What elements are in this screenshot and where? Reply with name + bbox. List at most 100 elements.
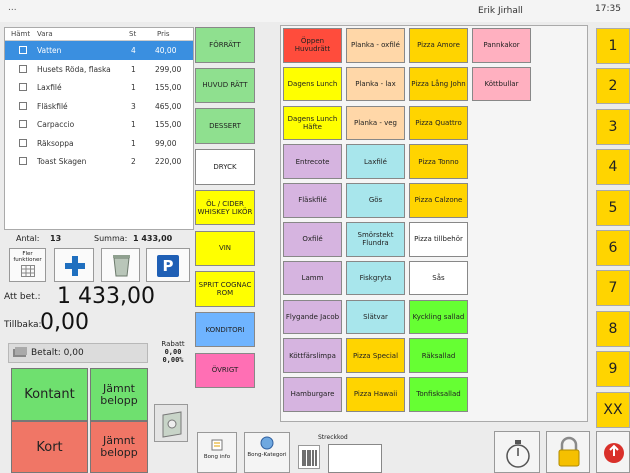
product-button[interactable]: Pizza tillbehör [409,222,468,257]
product-button[interactable]: Pannkakor [472,28,531,63]
rabatt-label: Rabatt [161,340,185,348]
tillbaka-value: 0,00 [40,310,89,335]
product-button[interactable]: Pizza Amore [409,28,468,63]
category-button[interactable]: DESSERT [195,108,255,144]
product-button[interactable]: Entrecote [283,144,342,179]
delete-button[interactable] [101,248,140,282]
hamt-checkbox[interactable] [19,83,27,91]
bong-kategori-button[interactable]: Bong-Kategori [244,432,290,473]
order-item-price: 99,00 [155,138,177,148]
order-row[interactable]: Carpaccio 1 155,00 [5,115,193,134]
streckkod-input[interactable] [328,444,382,473]
product-button[interactable]: Köttfärslimpa [283,338,342,373]
category-button[interactable]: ÖVRIGT [195,352,255,389]
product-button[interactable]: Pizza Quattro [409,105,468,141]
quantity-key[interactable]: XX [596,391,630,428]
order-row[interactable]: Husets Röda, flaska 1 299,00 [5,60,193,79]
header-st: St [129,30,137,38]
quantity-key[interactable]: 4 [596,149,630,186]
product-button[interactable]: Dagens Lunch Häfte [283,105,342,141]
quantity-key[interactable]: 3 [596,108,630,145]
product-button[interactable]: Hamburgare [283,377,342,412]
kontant-button[interactable]: Kontant [11,368,88,421]
hamt-checkbox[interactable] [19,101,27,110]
product-button[interactable]: Pizza Lång John [409,66,468,102]
order-row[interactable]: Toast Skagen 2 220,00 [5,152,193,171]
parking-button[interactable]: P [146,248,190,282]
quantity-key[interactable]: 8 [596,310,630,347]
bong-info-label: Bong info [203,454,231,460]
category-button[interactable]: HUVUD RÄTT [195,67,255,104]
lock-button[interactable] [546,431,590,473]
quantity-key[interactable]: 2 [596,68,630,105]
product-button[interactable]: Fiskgryta [346,260,405,296]
product-button[interactable]: Pizza Tonno [409,144,468,179]
hamt-checkbox[interactable] [19,157,27,165]
quantity-key[interactable]: 6 [596,230,630,266]
category-button[interactable]: KONDITORI [195,311,255,348]
product-button[interactable]: Smörstekt Flundra [346,222,405,257]
order-item-qty: 2 [131,157,136,166]
product-button[interactable]: Oxfilé [283,222,342,257]
category-button[interactable]: ÖL / CIDER WHISKEY LIKÖR [195,189,255,226]
hamt-checkbox[interactable] [19,120,27,128]
quantity-key[interactable]: 9 [596,351,630,388]
stopwatch-icon [506,440,530,468]
kort-button[interactable]: Kort [11,421,88,473]
hamt-checkbox[interactable] [19,138,27,147]
product-button[interactable]: Pizza Special [346,338,405,373]
bong-info-button[interactable]: Bong info [197,432,237,473]
jamnt-belopp-cash-button[interactable]: Jämnt belopp [90,368,148,421]
product-button[interactable]: Öppen Huvudrätt [283,28,342,63]
jamnt-belopp-card-button[interactable]: Jämnt belopp [90,421,148,473]
order-row[interactable]: Fläskfilé 3 465,00 [5,97,193,116]
category-button[interactable]: SPRIT COGNAC ROM [195,271,255,307]
product-button[interactable]: Sås [409,260,468,296]
product-button[interactable]: Fläskfilé [283,183,342,218]
more-functions-button[interactable]: Fler funktioner [9,248,46,282]
user-name: Erik Jirhall [478,6,523,16]
product-button[interactable]: Pizza Hawaii [346,377,405,412]
product-button[interactable]: Planka - oxfilé [346,28,405,63]
product-button[interactable]: Slätvar [346,299,405,335]
barcode-button[interactable] [298,445,320,469]
product-button[interactable]: Planka - veg [346,105,405,141]
order-row[interactable]: Räksoppa 1 99,00 [5,134,193,153]
product-button[interactable]: Räksallad [409,338,468,373]
product-button[interactable]: Tonfisksallad [409,377,468,412]
order-row[interactable]: Vatten 4 40,00 [5,41,193,60]
order-row[interactable]: Laxfilé 1 155,00 [5,78,193,97]
quantity-key[interactable]: 7 [596,270,630,307]
category-button[interactable]: VIN [195,230,255,266]
timer-button[interactable] [494,431,540,473]
logout-button[interactable] [596,431,630,473]
product-button[interactable]: Pizza Calzone [409,183,468,218]
product-button[interactable]: Lamm [283,260,342,296]
att-bet-label: Att bet.: [4,292,41,302]
order-item-price: 40,00 [155,46,177,55]
order-item-name: Laxfilé [37,83,62,92]
hamt-checkbox[interactable] [19,64,27,73]
rabatt-box[interactable]: Rabatt 0,00 0,00% [152,340,194,364]
quantity-key[interactable]: 5 [596,189,630,226]
product-button[interactable]: Planka - lax [346,66,405,102]
category-button[interactable]: FÖRRÄTT [195,27,255,63]
product-button[interactable]: Flygande Jacob [283,299,342,335]
order-list-header: Hämt Vara St Pris [5,28,193,41]
cash-drawer-icon [162,411,182,438]
product-button[interactable]: Köttbullar [472,66,531,102]
order-item-qty: 1 [131,138,136,148]
product-button[interactable]: Kyckling sallad [409,299,468,335]
add-button[interactable] [54,248,94,282]
hamt-checkbox[interactable] [19,46,27,54]
cash-drawer-button[interactable] [154,404,188,442]
product-button[interactable]: Dagens Lunch [283,66,342,102]
order-item-price: 465,00 [155,101,182,111]
product-button[interactable]: Laxfilé [346,144,405,179]
product-button[interactable]: Gös [346,183,405,218]
menu-dots[interactable]: ... [8,3,17,13]
category-button[interactable]: DRYCK [195,149,255,185]
order-item-price: 220,00 [155,157,182,166]
att-bet-value: 1 433,00 [57,284,155,309]
quantity-key[interactable]: 1 [596,28,630,64]
